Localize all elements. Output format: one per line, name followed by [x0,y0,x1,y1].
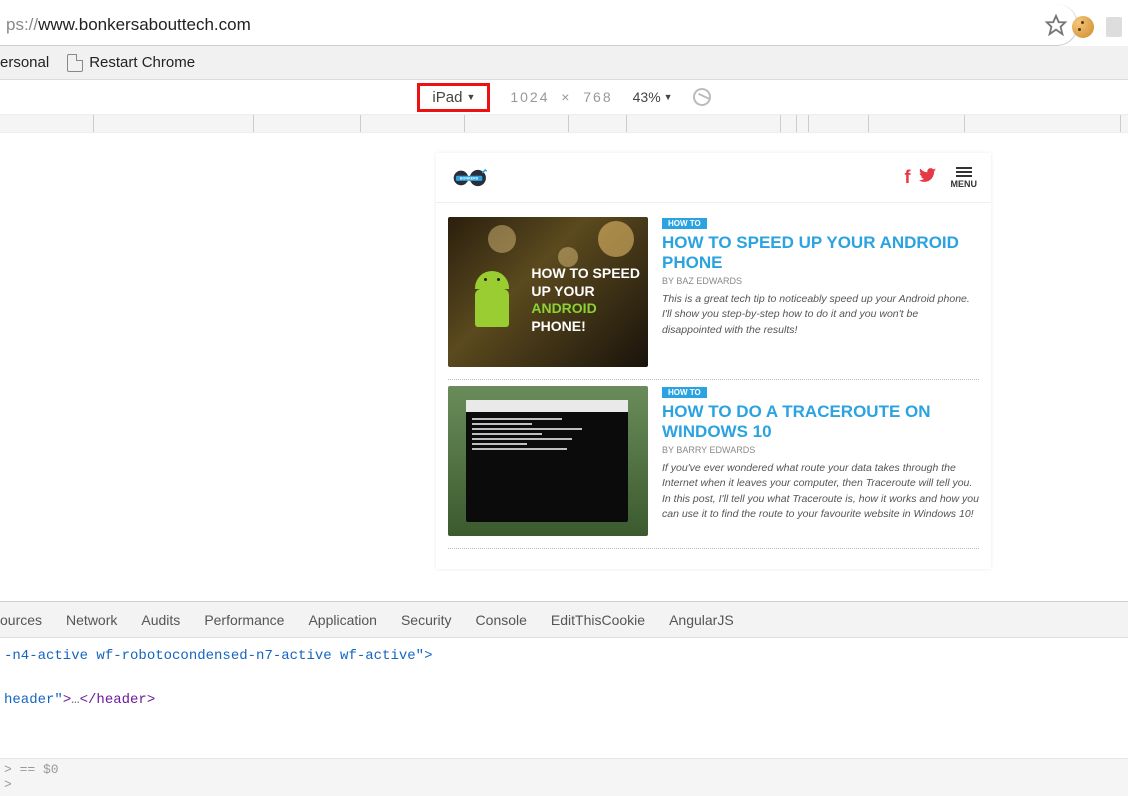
extension-icon[interactable] [1106,17,1122,37]
zoom-selector[interactable]: 43%▼ [633,89,673,105]
article-author: BY BARRY EDWARDS [662,445,979,455]
menu-button[interactable]: MENU [951,167,978,189]
category-badge[interactable]: HOW TO [662,218,707,229]
tab-audits[interactable]: Audits [141,612,180,628]
article-excerpt: This is a great tech tip to noticeably s… [662,292,979,338]
article-card: HOW TO HOW TO DO A TRACEROUTE ON WINDOWS… [448,380,979,549]
svg-text:BONKERS: BONKERS [460,176,479,180]
article-excerpt: If you've ever wondered what route your … [662,461,979,522]
cookie-extension-icon[interactable] [1072,16,1094,38]
tab-sources[interactable]: ources [0,612,42,628]
tab-console[interactable]: Console [476,612,527,628]
twitter-icon[interactable] [919,167,937,185]
device-toolbar: iPad▼ 1024 × 768 43%▼ [0,80,1128,115]
devtools-tabs: ources Network Audits Performance Applic… [0,602,1128,638]
page-icon [67,54,83,72]
bookmark-personal[interactable]: ersonal [0,54,49,71]
tab-angularjs[interactable]: AngularJS [669,612,734,628]
chevron-down-icon: ▼ [664,92,673,102]
category-badge[interactable]: HOW TO [662,387,707,398]
bookmarks-bar: ersonal Restart Chrome [0,46,1128,80]
chevron-down-icon: ▼ [466,92,475,102]
article-thumbnail[interactable]: HOW TO SPEED UP YOUR ANDROID PHONE! [448,217,648,367]
hamburger-icon [956,167,972,177]
rotate-icon[interactable] [690,85,713,108]
article-card: HOW TO SPEED UP YOUR ANDROID PHONE! HOW … [448,211,979,380]
bookmark-restart-chrome[interactable]: Restart Chrome [67,54,195,72]
article-title[interactable]: HOW TO DO A TRACEROUTE ON WINDOWS 10 [662,402,979,441]
facebook-icon[interactable]: f [905,167,911,188]
url-text[interactable]: ps://www.bonkersabouttech.com [0,15,1045,35]
tab-application[interactable]: Application [308,612,377,628]
ruler [0,115,1128,133]
tab-editthiscookie[interactable]: EditThisCookie [551,612,645,628]
devtools-panel: ources Network Audits Performance Applic… [0,601,1128,796]
preview-area: BONKERS f MENU [0,133,1128,601]
address-bar[interactable]: ps://www.bonkersabouttech.com [0,4,1078,46]
device-selector[interactable]: iPad▼ [417,83,490,112]
tab-performance[interactable]: Performance [204,612,284,628]
viewport-dimensions[interactable]: 1024 × 768 [510,89,612,105]
site-logo[interactable]: BONKERS [450,166,494,190]
devtools-elements-body[interactable]: -n4-active wf-robotocondensed-n7-active … [0,638,1128,758]
star-icon[interactable] [1045,14,1067,36]
tab-network[interactable]: Network [66,612,117,628]
article-thumbnail[interactable] [448,386,648,536]
article-title[interactable]: HOW TO SPEED UP YOUR ANDROID PHONE [662,233,979,272]
devtools-breadcrumb[interactable]: > == $0 > [0,758,1128,796]
site-frame[interactable]: BONKERS f MENU [436,153,991,569]
site-header: BONKERS f MENU [436,153,991,203]
article-author: BY BAZ EDWARDS [662,276,979,286]
tab-security[interactable]: Security [401,612,452,628]
